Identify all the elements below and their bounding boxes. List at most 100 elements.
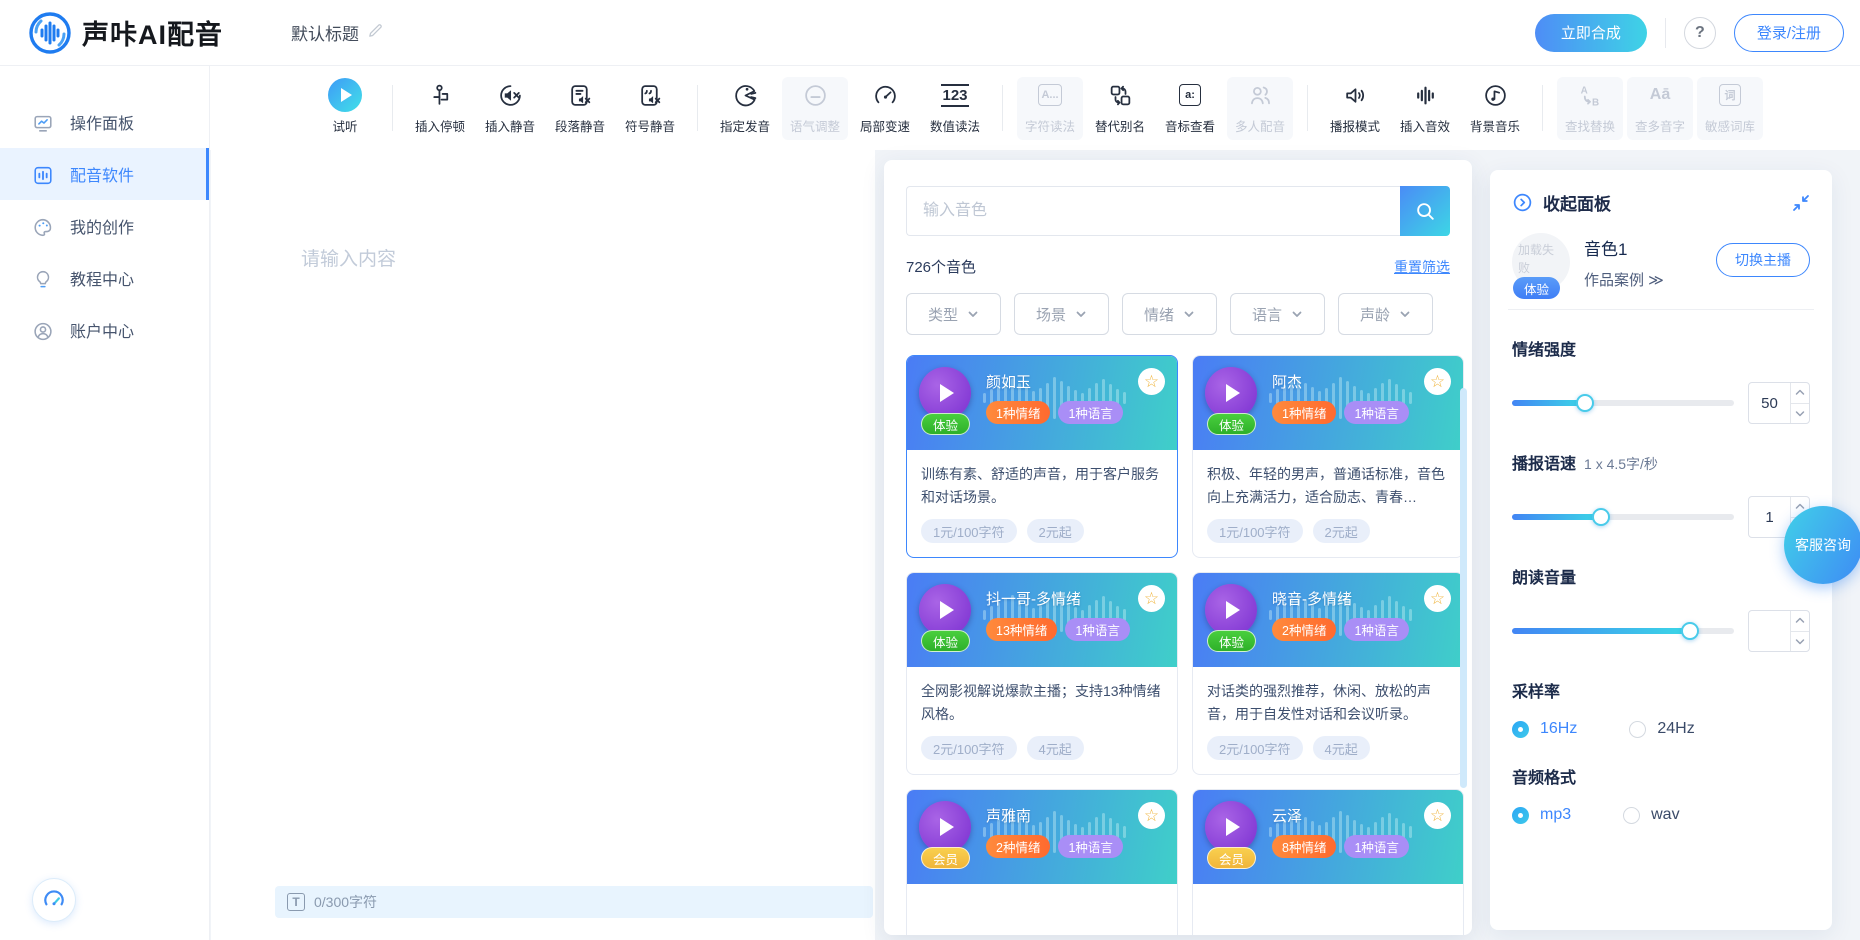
toolbar-number-reading[interactable]: 123 数值读法 — [922, 77, 988, 140]
voice-badge: 体验 — [921, 413, 970, 435]
toolbar-item-label: 试听 — [332, 116, 357, 135]
switch-speaker-button[interactable]: 切换主播 — [1716, 243, 1810, 277]
collapse-panel-label[interactable]: 收起面板 — [1543, 190, 1611, 215]
sidebar-item-bulb[interactable]: 教程中心 — [0, 252, 209, 304]
voice-avatar-play[interactable] — [1205, 584, 1257, 636]
filter-select[interactable]: 语言 — [1230, 293, 1325, 335]
header-actions: 立即合成 ? 登录/注册 — [1535, 14, 1844, 52]
toolbar-char-reading: A... 字符读法 — [1017, 77, 1083, 140]
toolbar-bg-music[interactable]: 背景音乐 — [1462, 77, 1528, 140]
voice-badge: 会员 — [921, 847, 970, 869]
toolbar-insert-silence[interactable]: 插入静音 — [477, 77, 543, 140]
volume-slider-thumb[interactable] — [1681, 622, 1699, 640]
voice-card[interactable]: 体验 抖一哥-多情绪 13种情绪 1种语言 ☆ 全网影视解说爆款主播；支持13种… — [906, 572, 1178, 775]
toolbar-sound-effect[interactable]: 插入音效 — [1392, 77, 1458, 140]
filter-label: 场景 — [1036, 304, 1066, 325]
voice-card[interactable]: 会员 声雅南 2种情绪 1种语言 ☆ — [906, 789, 1178, 935]
bulb-icon — [32, 267, 54, 289]
toolbar-paragraph-silence[interactable]: 段落静音 — [547, 77, 613, 140]
stepper-buttons[interactable] — [1790, 383, 1809, 423]
toolbar-phonetic[interactable]: a: 音标查看 — [1157, 77, 1223, 140]
sidebar-item-dashboard[interactable]: 操作面板 — [0, 96, 209, 148]
sidebar-item-account[interactable]: 账户中心 — [0, 304, 209, 356]
voice-avatar-play[interactable] — [919, 584, 971, 636]
svg-text:B: B — [1592, 97, 1599, 108]
edit-title-icon[interactable] — [367, 22, 384, 44]
radio-icon — [1623, 807, 1640, 824]
search-button[interactable] — [1400, 186, 1450, 236]
filter-select[interactable]: 类型 — [906, 293, 1001, 335]
text-editor[interactable]: 请输入内容 T 0/300字符 — [211, 150, 875, 940]
toolbar-alias-swap[interactable]: 替代别名 — [1087, 77, 1153, 140]
emotion-value-input[interactable]: 50 — [1748, 382, 1810, 424]
sample-rate-option-16Hz[interactable]: 16Hz — [1512, 720, 1577, 738]
favorite-star-icon[interactable]: ☆ — [1138, 802, 1165, 829]
reset-filters-link[interactable]: 重置筛选 — [1394, 257, 1450, 277]
filter-select[interactable]: 声龄 — [1338, 293, 1433, 335]
toolbar-play[interactable]: 试听 — [312, 77, 378, 140]
insert-silence-icon — [498, 83, 523, 108]
stepper-buttons[interactable] — [1790, 611, 1809, 651]
sound-effect-icon — [1413, 83, 1438, 108]
voice-name: 阿杰 — [1272, 371, 1302, 392]
speed-slider-thumb[interactable] — [1592, 508, 1610, 526]
synthesize-button[interactable]: 立即合成 — [1535, 14, 1647, 52]
toolbar-sensitive-lexicon: 词 敏感词库 — [1697, 77, 1763, 140]
toolbar-insert-pause[interactable]: 插入停顿 — [407, 77, 473, 140]
voice-card[interactable]: 体验 晓音-多情绪 2种情绪 1种语言 ☆ 对话类的强烈推荐，休闲、放松的声音，… — [1192, 572, 1464, 775]
login-register-button[interactable]: 登录/注册 — [1734, 14, 1844, 52]
voice-avatar-play[interactable] — [1205, 801, 1257, 853]
collapse-circle-icon — [1512, 192, 1533, 213]
voice-avatar-play[interactable] — [919, 801, 971, 853]
filter-select[interactable]: 情绪 — [1122, 293, 1217, 335]
voice-card[interactable]: 体验 颜如玉 1种情绪 1种语言 ☆ 训练有素、舒适的声音，用于客户服务和对话场… — [906, 355, 1178, 558]
toolbar-broadcast[interactable]: 播报模式 — [1322, 77, 1388, 140]
toolbar-tone-adjust: 语气调整 — [782, 77, 848, 140]
voice-list-scrollbar[interactable] — [1460, 388, 1467, 788]
volume-value-input[interactable] — [1748, 610, 1810, 652]
favorite-star-icon[interactable]: ☆ — [1424, 368, 1451, 395]
chevron-down-icon — [967, 308, 979, 320]
voice-description: 积极、年轻的男声，普通话标准，音色向上充满活力，适合励志、青春… — [1207, 463, 1449, 508]
sample-rate-option-24Hz[interactable]: 24Hz — [1629, 720, 1694, 738]
paragraph-silence-icon — [568, 83, 593, 108]
speech-rate-label: 播报语速 1 x 4.5字/秒 — [1512, 450, 1810, 474]
radio-icon — [1512, 721, 1529, 738]
toolbar-divider — [697, 85, 698, 131]
speaker-name: 音色1 — [1584, 235, 1664, 260]
speed-slider[interactable] — [1512, 514, 1734, 520]
favorite-star-icon[interactable]: ☆ — [1138, 368, 1165, 395]
voice-card[interactable]: 体验 阿杰 1种情绪 1种语言 ☆ 积极、年轻的男声，普通话标准，音色向上充满活… — [1192, 355, 1464, 558]
volume-slider[interactable] — [1512, 628, 1734, 634]
speed-value: 1 — [1749, 497, 1790, 537]
audio-format-option-mp3[interactable]: mp3 — [1512, 806, 1571, 824]
voice-app-icon — [32, 163, 54, 185]
voice-avatar-play[interactable] — [919, 367, 971, 419]
favorite-star-icon[interactable]: ☆ — [1138, 585, 1165, 612]
emotion-slider-thumb[interactable] — [1576, 394, 1594, 412]
collapse-arrows-icon[interactable] — [1792, 194, 1810, 212]
works-link[interactable]: 作品案例 ≫ — [1584, 269, 1664, 290]
customer-support-button[interactable]: 客服咨询 — [1784, 506, 1860, 584]
voice-search-input[interactable] — [906, 186, 1400, 236]
toolbar-pronounce[interactable]: 指定发音 — [712, 77, 778, 140]
emotion-slider[interactable] — [1512, 400, 1734, 406]
help-icon[interactable]: ? — [1684, 17, 1716, 49]
toolbar-symbol-silence[interactable]: 符号静音 — [617, 77, 683, 140]
voice-avatar-play[interactable] — [1205, 367, 1257, 419]
audio-format-option-wav[interactable]: wav — [1623, 806, 1679, 824]
language-tag: 1种语言 — [1344, 835, 1408, 858]
account-icon — [32, 319, 54, 341]
emotion-tag: 1种情绪 — [986, 401, 1050, 424]
voice-card[interactable]: 会员 云泽 8种情绪 1种语言 ☆ — [1192, 789, 1464, 935]
price-tag: 2元起 — [1027, 519, 1084, 543]
dashboard-gauge-icon[interactable] — [32, 878, 76, 922]
sidebar-item-palette[interactable]: 我的创作 — [0, 200, 209, 252]
sensitive-lexicon-icon: 词 — [1719, 84, 1741, 106]
sidebar-item-voice-app[interactable]: 配音软件 — [0, 148, 209, 200]
favorite-star-icon[interactable]: ☆ — [1424, 585, 1451, 612]
filter-select[interactable]: 场景 — [1014, 293, 1109, 335]
favorite-star-icon[interactable]: ☆ — [1424, 802, 1451, 829]
toolbar-speed[interactable]: 局部变速 — [852, 77, 918, 140]
play-icon — [328, 78, 362, 112]
